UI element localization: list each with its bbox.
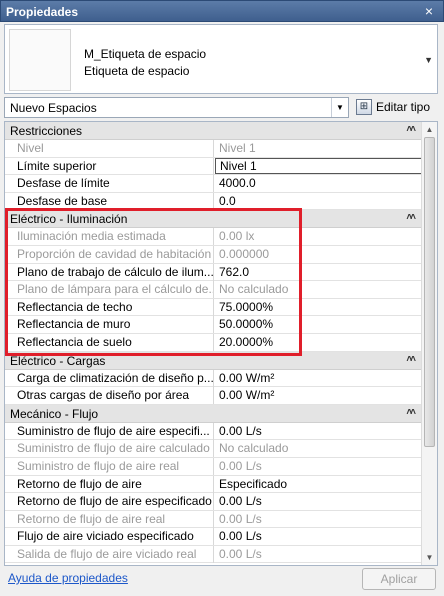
property-label: Límite superior: [13, 157, 214, 175]
close-icon[interactable]: ×: [421, 3, 437, 19]
collapse-icon[interactable]: ˄˄: [406, 407, 416, 418]
property-row: Suministro de flujo de aire real 0.00 L/s: [5, 457, 422, 476]
group-header[interactable]: Restricciones ˄˄: [5, 122, 422, 140]
collapse-icon[interactable]: ˄˄: [406, 212, 416, 223]
property-label: Retorno de flujo de aire especificado: [13, 493, 214, 511]
property-value[interactable]: 0.0: [215, 193, 422, 210]
property-row[interactable]: Desfase de límite 4000.0: [5, 175, 422, 193]
property-value[interactable]: 75.0000%: [215, 299, 422, 316]
property-row: Plano de lámpara para el cálculo de... No…: [5, 281, 422, 299]
property-label: Carga de climatización de diseño p...: [13, 369, 214, 387]
property-row[interactable]: Reflectancia de muro 50.0000%: [5, 316, 422, 334]
property-label: Otras cargas de diseño por área: [13, 387, 214, 405]
group-header[interactable]: Eléctrico - Cargas ˄˄: [5, 351, 422, 370]
vertical-scrollbar[interactable]: ▲ ▼: [421, 122, 437, 565]
property-value: 0.00 L/s: [219, 546, 262, 561]
property-value[interactable]: 50.0000%: [215, 316, 422, 333]
property-label: Suministro de flujo de aire calculado: [13, 440, 214, 458]
instance-filter-dropdown[interactable]: Nuevo Espacios ▼: [4, 97, 349, 118]
property-value[interactable]: 0.00 L/s: [215, 493, 422, 510]
property-row[interactable]: Plano de trabajo de cálculo de ilum... 76…: [5, 263, 422, 282]
scroll-down-icon[interactable]: ▼: [422, 550, 437, 565]
property-value[interactable]: 0.00 W/m²: [215, 387, 422, 404]
collapse-icon[interactable]: ˄˄: [406, 354, 416, 365]
property-value[interactable]: Especificado: [215, 476, 422, 493]
properties-grid: Restricciones ˄˄ Nivel Nivel 1 Límite superi…: [4, 121, 438, 566]
properties-grid-body: Restricciones ˄˄ Nivel Nivel 1 Límite superi…: [5, 122, 422, 564]
property-label: Desfase de base: [13, 192, 214, 210]
type-name: Etiqueta de espacio: [84, 64, 190, 78]
property-row: Suministro de flujo de aire calculado No …: [5, 440, 422, 458]
property-value[interactable]: Nivel 1: [215, 157, 422, 174]
property-row[interactable]: Reflectancia de suelo 20.0000%: [5, 333, 422, 352]
property-label: Plano de lámpara para el cálculo de...: [13, 281, 214, 299]
property-label: Nivel: [13, 140, 214, 157]
property-label: Suministro de flujo de aire especifi...: [13, 422, 214, 440]
property-label: Plano de trabajo de cálculo de ilum...: [13, 263, 214, 281]
instance-filter-row: Nuevo Espacios ▼ ⊞ Editar tipo: [4, 97, 438, 119]
property-value[interactable]: 4000.0: [215, 175, 422, 192]
group-header[interactable]: Mecánico - Flujo ˄˄: [5, 404, 422, 423]
property-value[interactable]: 762.0: [215, 264, 422, 281]
property-label: Reflectancia de techo: [13, 298, 214, 316]
scroll-up-icon[interactable]: ▲: [422, 122, 437, 137]
type-selector[interactable]: M_Etiqueta de espacio Etiqueta de espaci…: [4, 24, 438, 94]
property-value[interactable]: 20.0000%: [215, 334, 422, 351]
property-row: Retorno de flujo de aire real 0.00 L/s: [5, 510, 422, 529]
help-link[interactable]: Ayuda de propiedades: [8, 571, 128, 585]
scrollbar-thumb[interactable]: [424, 137, 435, 447]
edit-type-button[interactable]: ⊞ Editar tipo: [356, 97, 438, 118]
property-value[interactable]: 0.00 L/s: [215, 423, 422, 440]
property-row[interactable]: Retorno de flujo de aire especificado 0.0…: [5, 493, 422, 511]
property-label: Reflectancia de muro: [13, 316, 214, 334]
property-row[interactable]: Suministro de flujo de aire especifi... 0…: [5, 422, 422, 441]
property-row: Proporción de cavidad de habitación 0.000…: [5, 245, 422, 264]
property-row: Nivel Nivel 1: [5, 140, 422, 158]
property-value: 0.00 L/s: [219, 458, 262, 473]
apply-button[interactable]: Aplicar: [362, 568, 436, 590]
type-family-name: M_Etiqueta de espacio: [84, 47, 207, 61]
window-titlebar: Propiedades ×: [0, 0, 444, 22]
group-title: Restricciones: [10, 124, 83, 138]
property-label: Retorno de flujo de aire: [13, 475, 214, 493]
property-value[interactable]: 0.00 L/s: [215, 528, 422, 545]
property-value: 0.000000: [219, 246, 270, 261]
property-label: Iluminación media estimada: [13, 228, 214, 246]
property-row[interactable]: Retorno de flujo de aire Especificado: [5, 475, 422, 494]
property-row[interactable]: Desfase de base 0.0: [5, 192, 422, 211]
property-row[interactable]: Carga de climatización de diseño p... 0.0…: [5, 369, 422, 388]
edit-type-label: Editar tipo: [376, 100, 431, 114]
property-row: Salida de flujo de aire viciado real 0.00…: [5, 545, 422, 564]
property-value: No calculado: [219, 441, 289, 456]
property-value: Nivel 1: [219, 141, 256, 155]
property-label: Desfase de límite: [13, 175, 214, 193]
property-label: Retorno de flujo de aire real: [13, 510, 214, 528]
property-label: Flujo de aire viciado especificado: [13, 528, 214, 546]
chevron-down-icon[interactable]: ▼: [424, 55, 433, 65]
property-row[interactable]: Otras cargas de diseño por área 0.00 W/m²: [5, 387, 422, 405]
property-row: Iluminación media estimada 0.00 lx: [5, 228, 422, 246]
instance-filter-value: Nuevo Espacios: [10, 101, 97, 115]
property-value: 0.00 L/s: [219, 511, 262, 526]
dropdown-arrow-icon[interactable]: ▼: [331, 98, 348, 117]
property-value[interactable]: 0.00 W/m²: [215, 370, 422, 387]
collapse-icon[interactable]: ˄˄: [406, 124, 416, 135]
property-row[interactable]: Flujo de aire viciado especificado 0.00 L…: [5, 528, 422, 546]
property-label: Salida de flujo de aire viciado real: [13, 545, 214, 563]
group-title: Eléctrico - Iluminación: [10, 212, 128, 227]
group-header[interactable]: Eléctrico - Iluminación ˄˄: [5, 210, 422, 229]
property-label: Reflectancia de suelo: [13, 333, 214, 351]
property-label: Suministro de flujo de aire real: [13, 457, 214, 475]
property-row[interactable]: Límite superior Nivel 1: [5, 157, 422, 176]
type-preview-thumbnail: [9, 29, 71, 91]
property-value: 0.00 lx: [219, 229, 255, 244]
group-title: Eléctrico - Cargas: [10, 353, 106, 368]
property-value: No calculado: [219, 282, 289, 297]
edit-type-icon: ⊞: [356, 99, 372, 115]
property-label: Proporción de cavidad de habitación: [13, 245, 214, 263]
group-title: Mecánico - Flujo: [10, 406, 99, 421]
window-title: Propiedades: [6, 5, 79, 19]
property-row[interactable]: Reflectancia de techo 75.0000%: [5, 298, 422, 317]
